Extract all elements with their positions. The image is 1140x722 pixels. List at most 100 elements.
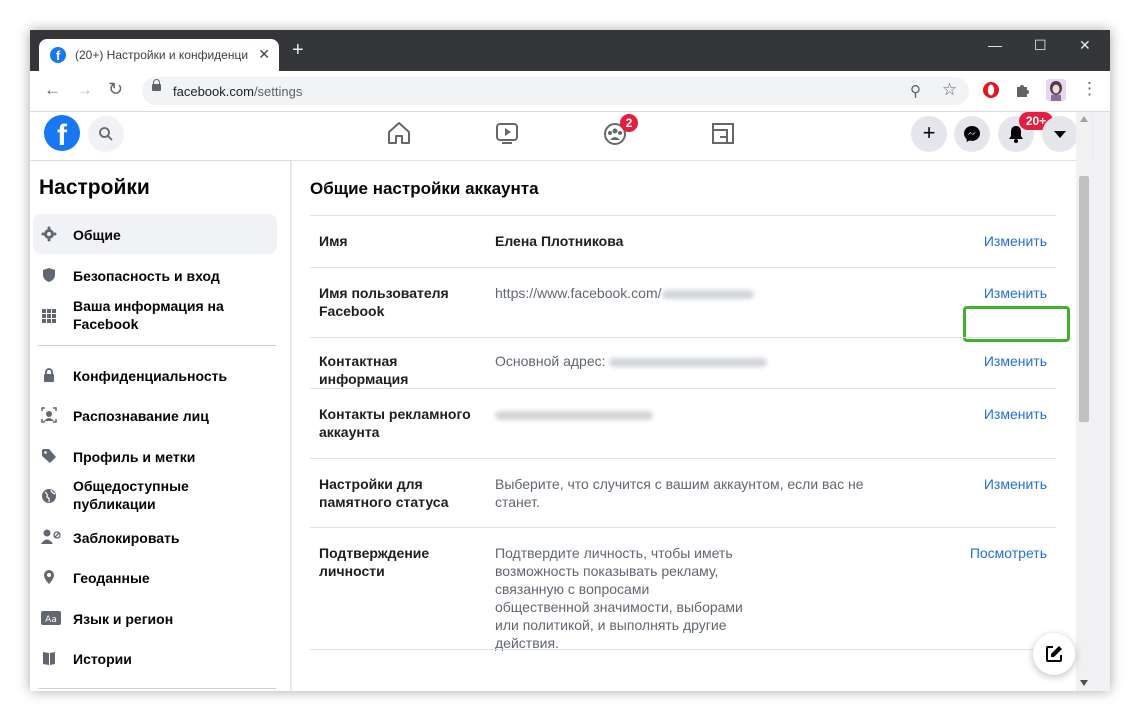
sidebar-item-stories[interactable]: Истории [33,638,277,678]
row-label: Имя пользователя Facebook [319,285,449,319]
nav-watch[interactable] [494,120,524,150]
sidebar-item-label: Ваша информация на Facebook [73,298,224,332]
account-menu-button[interactable] [1042,116,1078,152]
sidebar-item-face-recognition[interactable]: Распознавание лиц [33,395,277,435]
browser-window: f (20+) Настройки и конфиденци ✕ + — ☐ ✕… [30,30,1110,691]
view-identity-link[interactable]: Посмотреть [970,544,1047,562]
sidebar-item-blocking[interactable]: Заблокировать [33,517,277,557]
facebook-favicon-icon: f [50,47,66,63]
forward-button[interactable]: → [76,80,93,100]
sidebar-item-general[interactable]: Общие [33,214,277,254]
grid-icon [42,309,56,323]
sidebar-item-language[interactable]: Aa Язык и регион [33,598,277,638]
nav-gaming[interactable] [710,120,740,150]
profile-avatar-icon[interactable] [1046,79,1066,101]
redacted-text [609,357,768,367]
scroll-down-icon[interactable] [1080,680,1088,686]
sidebar-item-label: Заблокировать [73,530,180,546]
sidebar-item-privacy[interactable]: Конфиденциальность [33,355,277,395]
reload-button[interactable]: ↻ [108,79,123,100]
sidebar-divider [38,345,276,346]
sidebar-item-label: Общие [73,227,121,243]
bookmark-star-icon[interactable]: ☆ [942,80,957,100]
browser-menu-icon[interactable]: ⋮ [1081,79,1098,99]
sidebar-item-label: Общедоступные публикации [73,478,189,512]
settings-row-name: Имя Елена Плотникова Изменить [310,215,1056,267]
url-text: facebook.com/settings [173,84,302,99]
maximize-button[interactable]: ☐ [1034,37,1047,54]
sidebar-divider [38,688,276,689]
row-label: Контактная информация [319,353,409,387]
browser-toolbar: ← → ↻ facebook.com/settings ⚲ ☆ ⋮ [30,71,1110,112]
sidebar-item-label: Истории [73,651,132,667]
plus-icon: + [922,120,936,145]
minimize-button[interactable]: — [988,37,1002,53]
nav-groups[interactable]: 2 [602,114,638,150]
location-pin-icon [44,570,54,584]
row-value [495,405,653,423]
row-label: Контакты рекламного аккаунта [319,406,471,440]
extensions-puzzle-icon[interactable] [1014,81,1032,99]
language-icon: Aa [41,611,61,625]
sidebar-title: Настройки [39,176,150,199]
tab-close-icon[interactable]: ✕ [258,46,270,63]
browser-tab[interactable]: f (20+) Настройки и конфиденци ✕ [39,39,279,71]
row-value: Елена Плотникова [495,233,624,249]
facebook-logo-icon[interactable]: f [44,115,80,151]
url-path: /settings [253,84,303,99]
create-button[interactable]: + [911,116,947,152]
search-button[interactable] [88,116,124,152]
address-bar[interactable]: facebook.com/settings ⚲ ☆ [142,77,969,105]
new-message-button[interactable] [1033,633,1075,675]
sidebar-item-label: Профиль и метки [73,449,196,465]
edit-username-link[interactable]: Изменить [984,284,1047,302]
page-scrollbar[interactable] [1076,112,1092,691]
back-button[interactable]: ← [44,80,61,100]
row-value: Подтвердите личность, чтобы иметь возмож… [495,545,743,651]
zoom-icon[interactable]: ⚲ [910,82,921,100]
sidebar-item-label: Конфиденциальность [73,368,228,384]
svg-text:Aa: Aa [45,615,57,625]
settings-row-memorialization: Настройки для памятного статуса Выберите… [310,458,1056,528]
video-icon [496,123,518,144]
sidebar-item-security[interactable]: Безопасность и вход [33,255,277,295]
opera-extension-icon[interactable] [982,81,1000,99]
nav-home[interactable] [386,120,416,150]
redacted-text [661,289,754,299]
contact-prefix: Основной адрес: [495,353,606,369]
tab-title: (20+) Настройки и конфиденци [75,48,249,62]
block-user-icon [41,529,61,544]
edit-contact-link[interactable]: Изменить [984,352,1047,370]
search-icon [99,127,113,141]
sidebar-item-public-posts[interactable]: Общедоступные публикации [33,474,277,518]
groups-badge: 2 [620,114,638,132]
gaming-icon [712,123,734,144]
close-window-button[interactable]: ✕ [1079,37,1091,54]
sidebar-item-profile-tags[interactable]: Профиль и метки [33,436,277,476]
scroll-up-icon[interactable] [1080,116,1088,122]
stories-book-icon [43,652,55,665]
sidebar-item-location[interactable]: Геоданные [33,557,277,597]
face-recognition-icon [41,407,57,423]
sidebar-item-your-information[interactable]: Ваша информация на Facebook [33,294,277,338]
row-label: Имя [319,233,348,249]
title-bar: f (20+) Настройки и конфиденци ✕ + — ☐ ✕ [30,30,1110,71]
scrollbar-thumb[interactable] [1079,176,1089,422]
compose-icon [1046,646,1062,662]
sidebar-item-label: Геоданные [73,570,150,586]
lock-icon [152,79,161,91]
settings-row-identity: Подтверждение личности Подтвердите лично… [310,527,1056,652]
edit-name-link[interactable]: Изменить [984,232,1047,250]
settings-row-contact: Контактная информация Основной адрес: Из… [310,337,1056,389]
edit-memorialization-link[interactable]: Изменить [984,475,1047,493]
settings-row-username: Имя пользователя Facebook https://www.fa… [310,267,1056,337]
shield-icon [43,268,55,282]
edit-ad-contacts-link[interactable]: Изменить [984,405,1047,423]
row-label: Настройки для памятного статуса [319,476,449,510]
gear-icon [41,226,57,242]
new-tab-button[interactable]: + [292,40,304,60]
chevron-down-icon [1054,131,1066,138]
messenger-button[interactable] [954,116,990,152]
globe-icon [42,489,56,503]
facebook-header: f 2 + 20+ [30,112,1092,160]
